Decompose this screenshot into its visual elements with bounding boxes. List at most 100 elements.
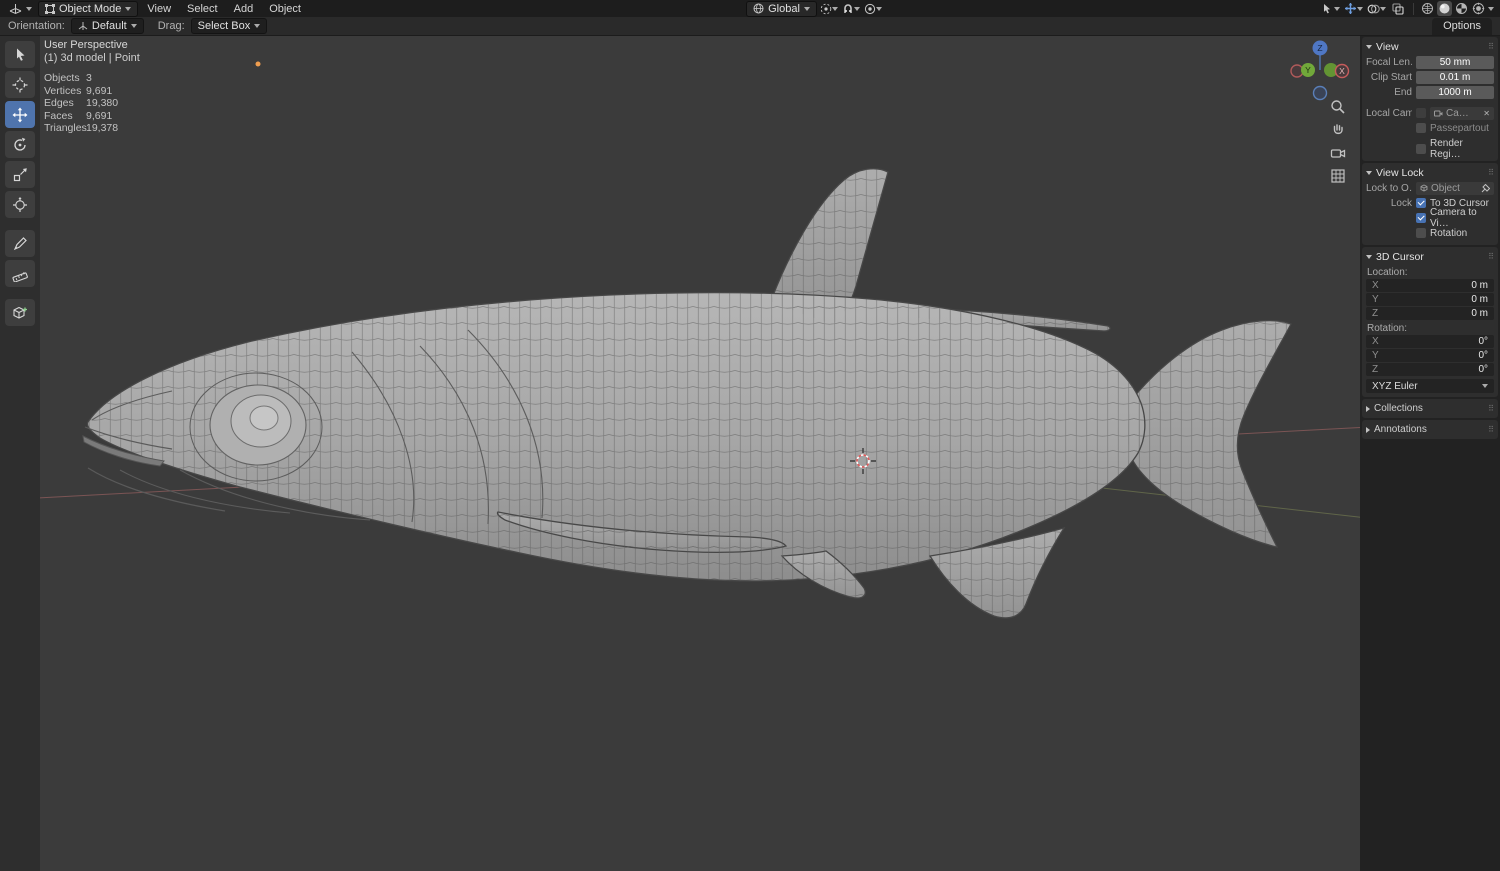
drag-handle-icon[interactable]: ⠿	[1488, 252, 1494, 261]
shading-rendered-button[interactable]	[1471, 1, 1486, 16]
camera-to-view-checkbox[interactable]	[1416, 213, 1426, 223]
add-primitive-tool[interactable]	[5, 299, 35, 326]
mode-dropdown[interactable]: Object Mode	[38, 1, 138, 17]
3d-cursor-tool-icon	[12, 77, 28, 93]
panel-3d-cursor-header[interactable]: 3D Cursor ⠿	[1366, 249, 1494, 264]
editor-type-caret[interactable]	[26, 7, 32, 11]
navigation-gizmo[interactable]: Z Y X	[1284, 36, 1360, 102]
cursor-rotation-y-field[interactable]: Y 0°	[1366, 349, 1494, 362]
cursor-tool[interactable]	[5, 71, 35, 98]
transform-tool[interactable]	[5, 191, 35, 218]
chevron-down-icon	[1366, 171, 1372, 175]
menu-add[interactable]: Add	[227, 2, 261, 16]
menu-select[interactable]: Select	[180, 2, 225, 16]
zoom-icon[interactable]	[1330, 99, 1346, 115]
select-cursor-icon	[13, 47, 28, 62]
render-region-checkbox[interactable]	[1416, 144, 1426, 154]
global-orientation-icon	[753, 3, 764, 14]
local-camera-checkbox[interactable]	[1416, 108, 1426, 118]
shading-dropdown-caret[interactable]	[1488, 7, 1494, 11]
passepartout-checkbox[interactable]	[1416, 123, 1426, 133]
lock-to-object-field[interactable]: Object	[1416, 182, 1494, 195]
rotate-icon	[12, 137, 28, 153]
cursor-rotation-z-field[interactable]: Z 0°	[1366, 363, 1494, 376]
measure-ruler-icon	[12, 266, 28, 282]
eyedropper-icon[interactable]	[1481, 184, 1490, 193]
drag-setting-dropdown[interactable]: Select Box	[191, 18, 268, 34]
panel-view-lock-header[interactable]: View Lock ⠿	[1366, 165, 1494, 180]
cursor-location-z-field[interactable]: Z 0 m	[1366, 307, 1494, 320]
perspective-grid-icon[interactable]	[1330, 168, 1346, 184]
measure-tool[interactable]	[5, 260, 35, 287]
scale-tool[interactable]	[5, 161, 35, 188]
stat-row: Faces9,691	[44, 110, 140, 123]
scene-statistics: Objects3 Vertices9,691 Edges19,380 Faces…	[44, 72, 140, 135]
camera-icon	[1434, 109, 1443, 117]
gizmos-icon	[1344, 2, 1357, 15]
move-tool[interactable]	[5, 101, 35, 128]
visibility-filter-dropdown[interactable]	[1321, 1, 1341, 16]
menu-object[interactable]: Object	[262, 2, 308, 16]
local-camera-row: Local Cam… Ca… ✕	[1366, 106, 1494, 120]
camera-to-view-row: Camera to Vi…	[1366, 211, 1494, 225]
shading-wireframe-button[interactable]	[1420, 1, 1435, 16]
clip-start-field[interactable]: 0.01 m	[1416, 71, 1494, 84]
overlays-toggle[interactable]	[1366, 1, 1387, 16]
view-perspective-label: User Perspective	[44, 39, 140, 52]
shading-rendered-icon	[1472, 2, 1485, 15]
lock-rotation-checkbox[interactable]	[1416, 228, 1426, 238]
camera-view-icon[interactable]	[1330, 145, 1346, 161]
menu-view[interactable]: View	[140, 2, 178, 16]
panel-view: View ⠿ Focal Len… 50 mm Clip Start 0.01 …	[1362, 37, 1498, 161]
focal-length-field[interactable]: 50 mm	[1416, 56, 1494, 69]
options-button[interactable]: Options	[1432, 18, 1492, 35]
local-camera-field[interactable]: Ca… ✕	[1430, 107, 1494, 120]
clip-end-row: End 1000 m	[1366, 85, 1494, 99]
drag-handle-icon[interactable]: ⠿	[1488, 42, 1494, 51]
snap-toggle[interactable]	[841, 1, 861, 16]
select-box-tool[interactable]	[5, 41, 35, 68]
drag-handle-icon[interactable]: ⠿	[1488, 425, 1494, 434]
cursor-rotation-x-field[interactable]: X 0°	[1366, 335, 1494, 348]
clear-camera-button[interactable]: ✕	[1483, 107, 1490, 120]
drag-handle-icon[interactable]: ⠿	[1488, 168, 1494, 177]
object-cube-icon	[1420, 184, 1428, 192]
pan-hand-icon[interactable]	[1330, 122, 1346, 138]
editor-type-icon[interactable]	[6, 1, 24, 16]
shading-solid-button[interactable]	[1437, 1, 1452, 16]
xray-toggle[interactable]	[1389, 1, 1407, 16]
stat-row: Triangles19,378	[44, 122, 140, 135]
focal-length-row: Focal Len… 50 mm	[1366, 55, 1494, 69]
annotate-tool[interactable]	[5, 230, 35, 257]
object-origin-dot[interactable]	[256, 62, 261, 67]
gizmos-toggle[interactable]	[1343, 1, 1364, 16]
chevron-right-icon	[1366, 406, 1370, 412]
viewport-controls	[1330, 99, 1346, 184]
proportional-editing-dropdown[interactable]	[863, 1, 883, 16]
visibility-filter-icon	[1322, 3, 1334, 15]
transform-orientation-dropdown[interactable]: Global	[746, 1, 817, 17]
drag-handle-icon[interactable]: ⠿	[1488, 404, 1494, 413]
panel-view-header[interactable]: View ⠿	[1366, 39, 1494, 54]
to-3d-cursor-checkbox[interactable]	[1416, 198, 1426, 208]
viewport-canvas[interactable]	[0, 0, 1500, 871]
cursor-location-x-field[interactable]: X 0 m	[1366, 279, 1494, 292]
clip-start-row: Clip Start 0.01 m	[1366, 70, 1494, 84]
fish-model[interactable]	[83, 169, 1291, 618]
orientation-setting-dropdown[interactable]: Default	[71, 18, 144, 34]
drag-setting-label: Drag:	[158, 20, 185, 32]
proportional-editing-icon	[864, 3, 876, 15]
panel-3d-cursor: 3D Cursor ⠿ Location: X 0 m Y 0 m Z 0 m …	[1362, 247, 1498, 397]
shading-material-icon	[1455, 2, 1468, 15]
gizmo-z-neg-axis[interactable]	[1314, 87, 1327, 100]
clip-end-field[interactable]: 1000 m	[1416, 86, 1494, 99]
pivot-point-dropdown[interactable]	[819, 1, 839, 16]
cursor-location-y-field[interactable]: Y 0 m	[1366, 293, 1494, 306]
panel-collections[interactable]: Collections ⠿	[1362, 399, 1498, 418]
shading-material-button[interactable]	[1454, 1, 1469, 16]
rotation-mode-dropdown[interactable]: XYZ Euler	[1366, 379, 1494, 393]
render-region-row: Render Regi…	[1366, 142, 1494, 156]
rotate-tool[interactable]	[5, 131, 35, 158]
panel-annotations[interactable]: Annotations ⠿	[1362, 420, 1498, 439]
stat-row: Edges19,380	[44, 97, 140, 110]
